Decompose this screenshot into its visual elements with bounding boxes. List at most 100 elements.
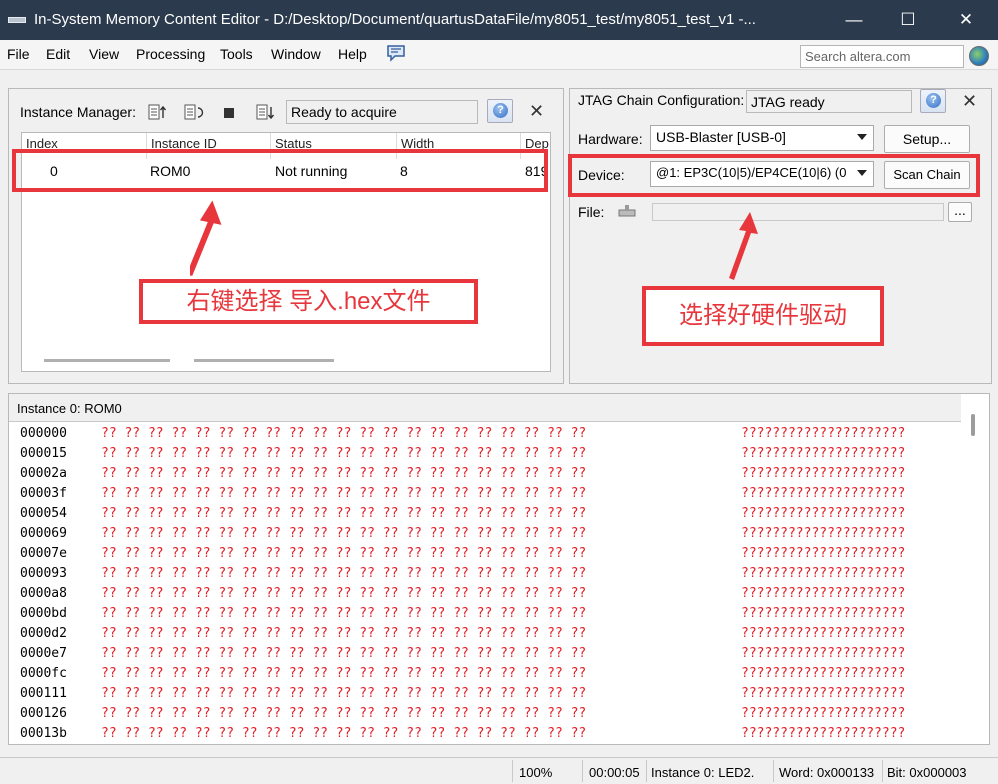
memory-hex-cells[interactable]: ?? ?? ?? ?? ?? ?? ?? ?? ?? ?? ?? ?? ?? ?… (101, 546, 586, 561)
memory-instance-title: Instance 0: ROM0 (17, 401, 122, 416)
memory-address: 00013b (20, 726, 67, 741)
memory-ascii-cells[interactable]: ????????????????????? (741, 606, 905, 621)
memory-address: 0000e7 (20, 646, 67, 661)
setup-button[interactable]: Setup... (884, 125, 970, 153)
memory-hex-cells[interactable]: ?? ?? ?? ?? ?? ?? ?? ?? ?? ?? ?? ?? ?? ?… (101, 566, 586, 581)
stop-icon[interactable] (217, 101, 239, 123)
memory-ascii-cells[interactable]: ????????????????????? (741, 646, 905, 661)
memory-view-header: Instance 0: ROM0 (9, 394, 961, 422)
status-time: 00:00:05 (589, 765, 640, 780)
pointer-arrow-left (190, 200, 222, 276)
memory-address: 0000bd (20, 606, 67, 621)
memory-address: 000093 (20, 566, 67, 581)
app-icon (8, 17, 26, 23)
hardware-value: USB-Blaster [USB-0] (656, 129, 786, 145)
write-data-icon[interactable] (253, 101, 275, 123)
menu-file[interactable]: File (7, 46, 30, 62)
title-bar: In-System Memory Content Editor - D:/Des… (0, 0, 998, 40)
file-path-field[interactable] (652, 203, 944, 221)
auto-read-icon[interactable] (145, 101, 167, 123)
memory-hex-cells[interactable]: ?? ?? ?? ?? ?? ?? ?? ?? ?? ?? ?? ?? ?? ?… (101, 646, 586, 661)
close-button[interactable]: ✕ (946, 6, 986, 34)
menu-window[interactable]: Window (271, 46, 321, 62)
memory-hex-cells[interactable]: ?? ?? ?? ?? ?? ?? ?? ?? ?? ?? ?? ?? ?? ?… (101, 486, 586, 501)
hardware-label: Hardware: (578, 131, 643, 147)
memory-ascii-cells[interactable]: ????????????????????? (741, 626, 905, 641)
horizontal-scrollbar-left[interactable] (44, 359, 170, 362)
help-chat-icon[interactable] (386, 44, 406, 62)
memory-address: 000111 (20, 686, 67, 701)
memory-ascii-cells[interactable]: ????????????????????? (741, 586, 905, 601)
memory-ascii-cells[interactable]: ????????????????????? (741, 526, 905, 541)
memory-ascii-cells[interactable]: ????????????????????? (741, 706, 905, 721)
memory-ascii-cells[interactable]: ????????????????????? (741, 446, 905, 461)
status-instance: Instance 0: LED2. (651, 765, 755, 780)
instance-status-field: Ready to acquire (286, 100, 478, 124)
memory-hex-cells[interactable]: ?? ?? ?? ?? ?? ?? ?? ?? ?? ?? ?? ?? ?? ?… (101, 726, 586, 741)
memory-hex-cells[interactable]: ?? ?? ?? ?? ?? ?? ?? ?? ?? ?? ?? ?? ?? ?… (101, 446, 586, 461)
instance-help-button[interactable]: ? (487, 99, 513, 123)
menu-view[interactable]: View (89, 46, 119, 62)
menu-help[interactable]: Help (338, 46, 367, 62)
status-bar: 100% 00:00:05 Instance 0: LED2. Word: 0x… (0, 757, 998, 784)
memory-hex-cells[interactable]: ?? ?? ?? ?? ?? ?? ?? ?? ?? ?? ?? ?? ?? ?… (101, 586, 586, 601)
vertical-scrollbar[interactable] (971, 414, 975, 436)
help-icon: ? (493, 103, 508, 118)
jtag-close-icon[interactable]: ✕ (962, 91, 977, 112)
browse-button[interactable]: ... (948, 202, 972, 222)
memory-ascii-cells[interactable]: ????????????????????? (741, 426, 905, 441)
memory-hex-cells[interactable]: ?? ?? ?? ?? ?? ?? ?? ?? ?? ?? ?? ?? ?? ?… (101, 526, 586, 541)
memory-address: 00003f (20, 486, 67, 501)
memory-address: 000126 (20, 706, 67, 721)
instance-manager-label: Instance Manager: (20, 104, 136, 120)
jtag-label: JTAG Chain Configuration: (578, 92, 745, 108)
memory-address: 000054 (20, 506, 67, 521)
memory-address: 0000a8 (20, 586, 67, 601)
file-label: File: (578, 204, 605, 220)
memory-address: 0000d2 (20, 626, 67, 641)
memory-ascii-cells[interactable]: ????????????????????? (741, 686, 905, 701)
menu-processing[interactable]: Processing (136, 46, 205, 62)
memory-ascii-cells[interactable]: ????????????????????? (741, 666, 905, 681)
memory-ascii-cells[interactable]: ????????????????????? (741, 466, 905, 481)
memory-hex-cells[interactable]: ?? ?? ?? ?? ?? ?? ?? ?? ?? ?? ?? ?? ?? ?… (101, 666, 586, 681)
memory-address: 000069 (20, 526, 67, 541)
memory-ascii-cells[interactable]: ????????????????????? (741, 726, 905, 741)
memory-hex-cells[interactable]: ?? ?? ?? ?? ?? ?? ?? ?? ?? ?? ?? ?? ?? ?… (101, 466, 586, 481)
import-hex-annotation: 右键选择 导入.hex文件 (139, 279, 478, 324)
memory-hex-cells[interactable]: ?? ?? ?? ?? ?? ?? ?? ?? ?? ?? ?? ?? ?? ?… (101, 706, 586, 721)
help-icon: ? (926, 93, 941, 108)
memory-hex-cells[interactable]: ?? ?? ?? ?? ?? ?? ?? ?? ?? ?? ?? ?? ?? ?… (101, 606, 586, 621)
status-zoom: 100% (519, 765, 553, 780)
continuous-read-icon[interactable] (181, 101, 204, 123)
row-highlight-box (12, 149, 548, 192)
hardware-select[interactable]: USB-Blaster [USB-0] (650, 125, 874, 151)
chevron-down-icon (857, 134, 867, 140)
jtag-help-button[interactable]: ? (920, 89, 946, 113)
memory-view[interactable]: Instance 0: ROM0 000000 ?? ?? ?? ?? ?? ??… (8, 393, 990, 745)
memory-ascii-cells[interactable]: ????????????????????? (741, 546, 905, 561)
menu-edit[interactable]: Edit (46, 46, 70, 62)
memory-ascii-cells[interactable]: ????????????????????? (741, 506, 905, 521)
memory-address: 000015 (20, 446, 67, 461)
memory-hex-cells[interactable]: ?? ?? ?? ?? ?? ?? ?? ?? ?? ?? ?? ?? ?? ?… (101, 426, 586, 441)
memory-address: 00007e (20, 546, 67, 561)
memory-ascii-cells[interactable]: ????????????????????? (741, 566, 905, 581)
programmer-icon (616, 204, 638, 218)
globe-icon[interactable] (969, 46, 989, 66)
search-input[interactable]: Search altera.com (800, 45, 964, 68)
memory-ascii-cells[interactable]: ????????????????????? (741, 486, 905, 501)
jtag-status-field: JTAG ready (746, 90, 912, 113)
horizontal-scrollbar-right[interactable] (194, 359, 334, 362)
maximize-button[interactable]: ☐ (888, 6, 928, 34)
window-title: In-System Memory Content Editor - D:/Des… (34, 11, 756, 28)
memory-hex-cells[interactable]: ?? ?? ?? ?? ?? ?? ?? ?? ?? ?? ?? ?? ?? ?… (101, 686, 586, 701)
memory-hex-cells[interactable]: ?? ?? ?? ?? ?? ?? ?? ?? ?? ?? ?? ?? ?? ?… (101, 506, 586, 521)
status-bit: Bit: 0x000003 (887, 765, 967, 780)
menu-tools[interactable]: Tools (220, 46, 253, 62)
minimize-button[interactable]: — (834, 6, 874, 34)
memory-hex-cells[interactable]: ?? ?? ?? ?? ?? ?? ?? ?? ?? ?? ?? ?? ?? ?… (101, 626, 586, 641)
instance-close-icon[interactable]: ✕ (529, 101, 544, 122)
status-word: Word: 0x000133 (779, 765, 875, 780)
select-driver-annotation: 选择好硬件驱动 (642, 286, 884, 346)
